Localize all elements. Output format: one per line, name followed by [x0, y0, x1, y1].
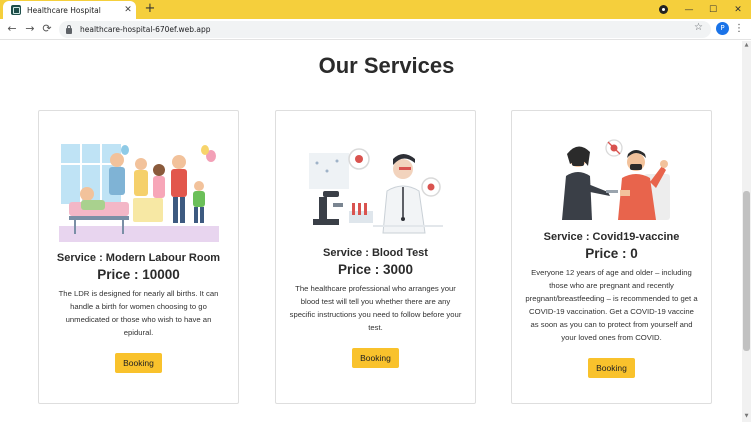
profile-avatar[interactable]: P — [716, 22, 729, 35]
service-price: Price : 10000 — [97, 266, 180, 282]
scrollbar-thumb[interactable] — [743, 191, 750, 351]
service-title: Service : Modern Labour Room — [56, 251, 221, 264]
page-title: Our Services — [318, 53, 455, 78]
service-description: The healthcare professional who arranges… — [289, 283, 462, 332]
hospital-favicon-icon — [11, 5, 21, 15]
service-price: Price : 3000 — [337, 261, 414, 277]
new-tab-button[interactable]: + — [143, 1, 157, 17]
tab-bar: Healthcare Hospital ✕ + — ☐ ✕ — [0, 0, 751, 19]
close-window-icon[interactable]: ✕ — [725, 0, 751, 19]
booking-button[interactable]: Booking — [352, 347, 399, 368]
labour-room-illustration — [58, 141, 219, 242]
back-icon[interactable]: ← — [5, 22, 19, 36]
maximize-icon[interactable]: ☐ — [700, 0, 726, 19]
forward-icon[interactable]: → — [23, 22, 37, 36]
service-price: Price : 0 — [585, 246, 638, 261]
minimize-icon[interactable]: — — [676, 0, 702, 19]
service-title: Service : Covid19-vaccine — [543, 231, 680, 243]
scroll-up-icon[interactable]: ▲ — [743, 42, 750, 50]
reload-icon[interactable]: ⟳ — [40, 22, 54, 36]
tab-title: Healthcare Hospital — [27, 5, 101, 15]
scroll-down-icon[interactable]: ▼ — [743, 413, 750, 421]
browser-toolbar: ← → ⟳ healthcare-hospital-670ef.web.app … — [0, 19, 751, 40]
browser-tab[interactable]: Healthcare Hospital ✕ — [3, 1, 136, 19]
page-scrollbar[interactable]: ▲ ▼ — [742, 41, 751, 422]
booking-button[interactable]: Booking — [115, 352, 162, 373]
lock-icon — [66, 24, 72, 34]
service-title: Service : Blood Test — [323, 246, 428, 259]
blood-test-illustration — [303, 146, 448, 237]
address-bar[interactable]: healthcare-hospital-670ef.web.app ☆ — [59, 21, 711, 38]
service-card-labour-room: Service : Modern Labour Room Price : 100… — [38, 110, 239, 404]
service-card-covid-vaccine: Service : Covid19-vaccine Price : 0 Ever… — [511, 110, 712, 404]
browser-menu-icon[interactable]: ⋮ — [734, 22, 744, 36]
close-tab-icon[interactable]: ✕ — [120, 5, 136, 15]
service-description: Everyone 12 years of age and older – inc… — [525, 268, 698, 342]
url-text: healthcare-hospital-670ef.web.app — [80, 25, 211, 34]
page-content: Our Services Service: Modern Labour Roo… — [0, 41, 742, 422]
covid-vaccine-illustration — [551, 136, 672, 221]
service-card-blood-test: Service : Blood Test Price : 3000 The he… — [275, 110, 476, 404]
bookmark-star-icon[interactable]: ☆ — [694, 22, 703, 33]
record-icon[interactable] — [659, 5, 668, 14]
booking-button[interactable]: Booking — [588, 358, 635, 378]
service-description: The LDR is designed for nearly all birth… — [58, 288, 219, 337]
